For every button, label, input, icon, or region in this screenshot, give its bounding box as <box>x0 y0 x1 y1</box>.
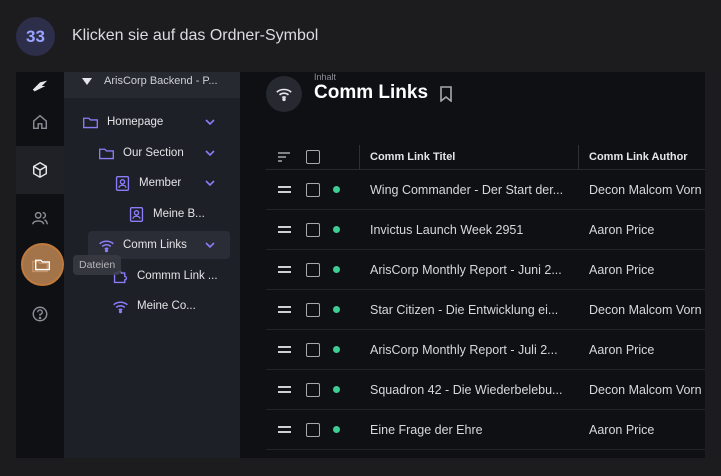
member-card-icon <box>129 206 144 222</box>
row-checkbox[interactable] <box>306 210 320 249</box>
wifi-icon <box>113 300 128 313</box>
drag-handle-icon[interactable] <box>278 370 291 409</box>
table-row[interactable]: Invictus Launch Week 2951 Aaron Price <box>266 210 705 250</box>
tree-item-label: Our Section <box>123 147 184 159</box>
main-content: Inhalt Comm Links Comm Link Titel Comm L… <box>240 72 705 458</box>
row-title: Eine Frage der Ehre <box>370 422 483 437</box>
tree-item-homepage[interactable]: Homepage <box>82 108 232 136</box>
row-checkbox[interactable] <box>306 410 320 449</box>
home-icon[interactable] <box>16 98 64 146</box>
page-title: Comm Links <box>314 82 429 103</box>
status-dot <box>333 330 340 369</box>
status-dot <box>333 250 340 289</box>
table-row[interactable]: Star Citizen - Die Entwicklung ei... Dec… <box>266 290 705 330</box>
help-icon[interactable] <box>16 290 64 338</box>
row-title: ArisCorp Monthly Report - Juni 2... <box>370 262 562 277</box>
table-row[interactable]: ArisCorp Monthly Report - Juni 2... Aaro… <box>266 250 705 290</box>
table-row[interactable]: Wing Commander - Der Start der... Decon … <box>266 170 705 210</box>
row-checkbox[interactable] <box>306 330 320 369</box>
folder-icon <box>83 117 98 128</box>
tutorial-frame: 33 Klicken sie auf das Ordner-Symbol Dat… <box>0 0 721 476</box>
row-author: Aaron Price <box>589 262 655 277</box>
drag-handle-icon[interactable] <box>278 410 291 449</box>
row-title: Star Citizen - Die Entwicklung ei... <box>370 302 559 317</box>
breadcrumb[interactable]: Inhalt <box>314 72 336 82</box>
drag-handle-icon[interactable] <box>278 250 291 289</box>
caret-down-icon <box>82 77 92 85</box>
tree-item-commm-link[interactable]: Commm Link ... <box>112 262 234 290</box>
drag-handle-icon[interactable] <box>278 170 291 209</box>
row-checkbox[interactable] <box>306 370 320 409</box>
drag-handle-icon[interactable] <box>278 290 291 329</box>
select-all-checkbox[interactable] <box>306 144 320 169</box>
tree-item-label: Homepage <box>107 116 164 128</box>
row-author: Decon Malcom Vorn <box>589 382 702 397</box>
column-title[interactable]: Comm Link Titel <box>370 144 455 169</box>
status-dot <box>333 210 340 249</box>
comm-links-table: Comm Link Titel Comm Link Author Wing Co… <box>266 144 705 450</box>
status-dot <box>333 290 340 329</box>
chevron-down-icon[interactable] <box>204 116 216 128</box>
table-row[interactable]: Squadron 42 - Die Wiederbelebu... Decon … <box>266 370 705 410</box>
tree-item-meine-b[interactable]: Meine B... <box>128 200 232 228</box>
row-title: Squadron 42 - Die Wiederbelebu... <box>370 382 563 397</box>
tree-item-our-section[interactable]: Our Section <box>98 139 232 167</box>
status-dot <box>333 370 340 409</box>
tree-item-label: Meine Co... <box>137 300 196 312</box>
step-badge: 33 <box>16 17 55 56</box>
row-checkbox[interactable] <box>306 250 320 289</box>
tree-item-label: Meine B... <box>153 208 205 220</box>
chevron-down-icon[interactable] <box>204 147 216 159</box>
row-title: Wing Commander - Der Start der... <box>370 182 564 197</box>
row-title: ArisCorp Monthly Report - Juli 2... <box>370 342 558 357</box>
row-checkbox[interactable] <box>306 290 320 329</box>
table-header: Comm Link Titel Comm Link Author <box>266 144 705 170</box>
drag-handle-icon[interactable] <box>278 330 291 369</box>
tooltip: Dateien <box>73 255 122 275</box>
instruction-text: Klicken sie auf das Ordner-Symbol <box>72 27 319 44</box>
users-icon[interactable] <box>16 194 64 242</box>
app-window: Dateien ArisCorp Backend - P... Homepage… <box>16 72 705 458</box>
chevron-down-icon[interactable] <box>204 239 216 251</box>
drag-handle-icon[interactable] <box>278 210 291 249</box>
folder-icon <box>35 259 50 271</box>
project-name: ArisCorp Backend - P... <box>104 75 218 87</box>
column-author[interactable]: Comm Link Author <box>589 144 688 169</box>
wifi-icon <box>276 88 292 102</box>
click-highlight <box>21 243 64 286</box>
row-author: Aaron Price <box>589 342 655 357</box>
row-title: Invictus Launch Week 2951 <box>370 222 524 237</box>
chevron-down-icon[interactable] <box>204 177 216 189</box>
table-row[interactable]: Eine Frage der Ehre Aaron Price <box>266 410 705 450</box>
row-checkbox[interactable] <box>306 170 320 209</box>
tree-item-member[interactable]: Member <box>114 169 232 197</box>
tree-item-meine-co[interactable]: Meine Co... <box>112 292 230 320</box>
box-icon[interactable] <box>16 146 64 194</box>
wifi-icon <box>99 239 114 252</box>
folder-icon <box>99 148 114 159</box>
member-card-icon <box>115 175 130 191</box>
table-row[interactable]: ArisCorp Monthly Report - Juli 2... Aaro… <box>266 330 705 370</box>
sort-icon[interactable] <box>277 144 291 169</box>
status-dot <box>333 170 340 209</box>
row-author: Decon Malcom Vorn <box>589 182 702 197</box>
project-header[interactable]: ArisCorp Backend - P... <box>64 72 240 98</box>
bookmark-icon[interactable] <box>439 86 453 102</box>
tree-item-label: Commm Link ... <box>137 270 218 282</box>
row-author: Aaron Price <box>589 222 655 237</box>
row-author: Decon Malcom Vorn <box>589 302 702 317</box>
tree-item-label: Member <box>139 177 182 189</box>
tree-item-label: Comm Links <box>123 239 187 251</box>
row-author: Aaron Price <box>589 422 655 437</box>
collection-icon <box>266 76 302 112</box>
status-dot <box>333 410 340 449</box>
